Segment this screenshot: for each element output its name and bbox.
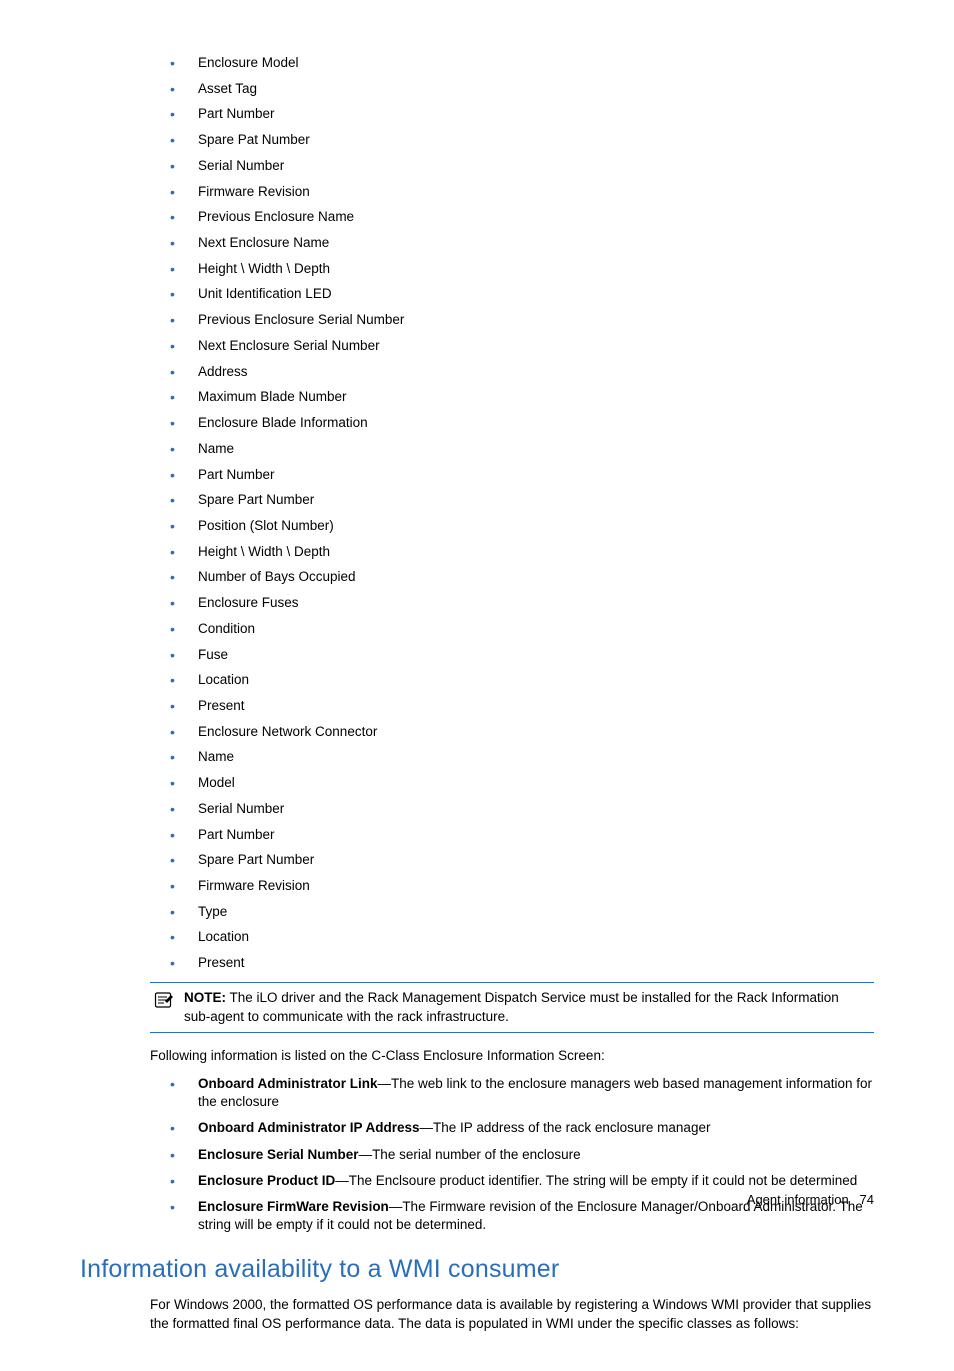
list-item: Present [170,954,874,972]
footer-label: Agent information [747,1192,849,1207]
list-item: Spare Pat Number [170,131,874,149]
definition-description: —The IP address of the rack enclosure ma… [420,1120,711,1135]
definition-item: Enclosure Product ID—The Enclsoure produ… [170,1172,874,1190]
list-item: Address [170,363,874,381]
section-heading: Information availability to a WMI consum… [80,1253,874,1287]
list-item: Height \ Width \ Depth [170,543,874,561]
note-label: NOTE: [184,990,226,1005]
list-item: Previous Enclosure Serial Number [170,311,874,329]
document-page: Enclosure Model Asset Tag Part Number Spare… [0,0,954,1371]
bullet-list: Enclosure Model Asset Tag Part Number Spare… [170,54,874,972]
following-paragraph: Following information is listed on the C… [150,1047,874,1065]
definition-term: Enclosure Product ID [198,1173,335,1188]
list-item: Spare Part Number [170,851,874,869]
list-item: Present [170,697,874,715]
list-item: Enclosure Blade Information [170,414,874,432]
list-item: Spare Part Number [170,491,874,509]
definition-item: Onboard Administrator IP Address—The IP … [170,1119,874,1137]
list-item: Asset Tag [170,80,874,98]
list-item: Firmware Revision [170,183,874,201]
definition-item: Onboard Administrator Link—The web link … [170,1075,874,1111]
definition-description: —The Enclsoure product identifier. The s… [335,1173,857,1188]
list-item: Enclosure Model [170,54,874,72]
list-item: Enclosure Network Connector [170,723,874,741]
note-text: NOTE: The iLO driver and the Rack Manage… [184,989,868,1025]
list-item: Fuse [170,646,874,664]
definition-description: —The serial number of the enclosure [359,1147,581,1162]
list-item: Type [170,903,874,921]
list-item: Maximum Blade Number [170,388,874,406]
definition-term: Onboard Administrator IP Address [198,1120,420,1135]
list-item: Previous Enclosure Name [170,208,874,226]
list-item: Part Number [170,466,874,484]
definition-list: Onboard Administrator Link—The web link … [170,1075,874,1235]
note-body: The iLO driver and the Rack Management D… [184,990,839,1023]
list-item: Name [170,748,874,766]
list-item: Location [170,671,874,689]
list-item: Firmware Revision [170,877,874,895]
list-item: Model [170,774,874,792]
list-item: Serial Number [170,157,874,175]
list-item: Unit Identification LED [170,285,874,303]
definition-item: Enclosure Serial Number—The serial numbe… [170,1146,874,1164]
definition-term: Enclosure FirmWare Revision [198,1199,389,1214]
list-item: Serial Number [170,800,874,818]
list-item: Name [170,440,874,458]
definition-term: Enclosure Serial Number [198,1147,359,1162]
note-box: NOTE: The iLO driver and the Rack Manage… [150,982,874,1032]
list-item: Location [170,928,874,946]
list-item: Next Enclosure Serial Number [170,337,874,355]
list-item: Number of Bays Occupied [170,568,874,586]
page-footer: Agent information 74 [747,1191,874,1209]
list-item: Next Enclosure Name [170,234,874,252]
footer-page-number: 74 [860,1192,874,1207]
list-item: Part Number [170,826,874,844]
list-item: Height \ Width \ Depth [170,260,874,278]
list-item: Part Number [170,105,874,123]
list-item: Enclosure Fuses [170,594,874,612]
definition-term: Onboard Administrator Link [198,1076,378,1091]
note-icon [154,990,174,1015]
list-item: Position (Slot Number) [170,517,874,535]
section-paragraph: For Windows 2000, the formatted OS perfo… [150,1296,874,1332]
list-item: Condition [170,620,874,638]
